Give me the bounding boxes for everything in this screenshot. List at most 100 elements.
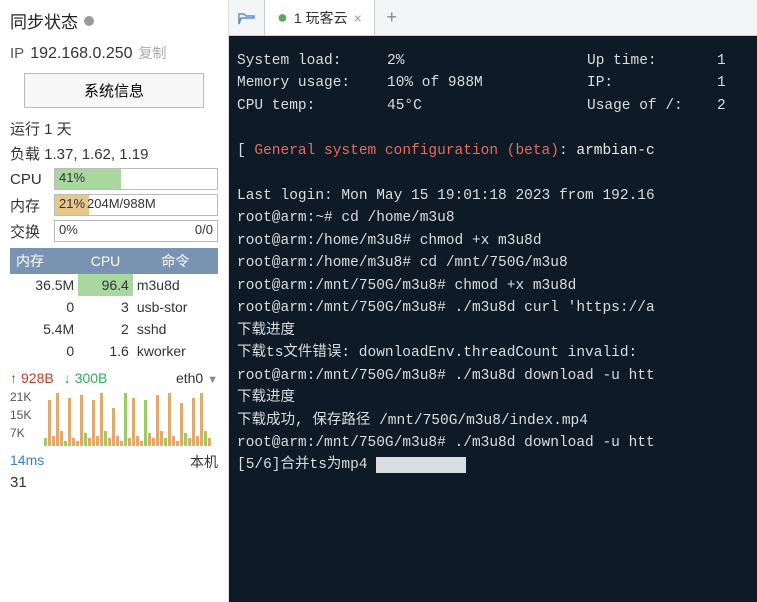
spark-bar (72, 438, 75, 446)
terminal[interactable]: System load:2%Up time:1Memory usage:10% … (229, 36, 757, 602)
close-tab-button[interactable]: × (354, 10, 362, 26)
th-mem[interactable]: 内存 (10, 248, 78, 274)
spark-bar (184, 433, 187, 446)
spark-bar (160, 431, 163, 446)
copy-button[interactable]: 复制 (139, 43, 167, 63)
spark-bar (140, 441, 143, 446)
table-row[interactable]: 03usb-stor (10, 296, 218, 318)
spark-bar (152, 438, 155, 446)
system-info-button[interactable]: 系统信息 (24, 73, 204, 108)
mem-label: 内存 (10, 195, 54, 216)
spark-bar (96, 436, 99, 446)
spark-bar (88, 438, 91, 446)
spark-bar (176, 441, 179, 446)
swap-percent: 0% (59, 222, 78, 237)
download-value: 300B (75, 370, 108, 386)
spark-bar (196, 436, 199, 446)
spark-bar (180, 403, 183, 446)
cell-cpu: 2 (78, 318, 133, 340)
download-arrow-icon: ↓ (64, 370, 71, 386)
cpu-meter: CPU 41% (10, 168, 218, 190)
cell-cpu: 1.6 (78, 340, 133, 362)
spark-bar (172, 436, 175, 446)
spark-bar (132, 398, 135, 446)
open-folder-button[interactable] (229, 0, 265, 35)
chevron-down-icon: ▼ (207, 374, 218, 386)
ping-host: 本机 (190, 452, 218, 472)
spark-bar (104, 431, 107, 446)
spark-label-bot: 7K (10, 426, 25, 440)
process-table: 内存 CPU 命令 36.5M96.4m3u8d03usb-stor5.4M2s… (10, 248, 218, 362)
cell-mem: 0 (10, 340, 78, 362)
new-tab-button[interactable]: + (375, 0, 409, 35)
ip-value: 192.168.0.250 (30, 45, 132, 63)
swap-text: 0/0 (195, 222, 213, 237)
spark-bar (48, 400, 51, 446)
spark-bar (204, 431, 207, 446)
table-row[interactable]: 5.4M2sshd (10, 318, 218, 340)
uptime-line: 运行 1 天 (10, 118, 218, 139)
tab-bar: ● 1 玩客云 × + (229, 0, 757, 36)
cell-cmd: usb-stor (133, 296, 218, 318)
cell-mem: 36.5M (10, 274, 78, 296)
swap-label: 交换 (10, 221, 54, 242)
load-line: 负载 1.37, 1.62, 1.19 (10, 143, 218, 164)
spark-bar (188, 438, 191, 446)
sync-status-label: 同步状态 (10, 8, 78, 33)
mem-percent: 21% (59, 196, 85, 211)
cpu-bar: 41% (54, 168, 218, 190)
upload-arrow-icon: ↑ (10, 370, 17, 386)
cell-cpu: 3 (78, 296, 133, 318)
spark-bar (52, 436, 55, 446)
spark-bar (164, 438, 167, 446)
cell-cmd: kworker (133, 340, 218, 362)
cell-cmd: m3u8d (133, 274, 218, 296)
sidebar: 同步状态 IP 192.168.0.250 复制 系统信息 运行 1 天 负载 … (0, 0, 229, 602)
spark-label-top: 21K (10, 390, 31, 404)
spark-bar (136, 436, 139, 446)
spark-bar (148, 433, 151, 446)
spark-bar (60, 431, 63, 446)
swap-bar: 0% 0/0 (54, 220, 218, 242)
connection-dot-icon: ● (277, 7, 288, 28)
cpu-percent: 41% (59, 170, 85, 185)
upload-value: 928B (21, 370, 54, 386)
table-row[interactable]: 36.5M96.4m3u8d (10, 274, 218, 296)
network-rate-row: ↑928B ↓300B eth0 ▼ (10, 370, 218, 386)
spark-bar (156, 395, 159, 446)
terminal-cursor (376, 457, 466, 473)
cell-mem: 5.4M (10, 318, 78, 340)
spark-bar (64, 441, 67, 446)
spark-bar (128, 438, 131, 446)
spark-bar (56, 393, 59, 446)
spark-bar (192, 398, 195, 446)
folder-open-icon (238, 11, 256, 25)
interface-selector[interactable]: eth0 ▼ (176, 370, 218, 386)
spark-bar (108, 438, 111, 446)
spark-bar (76, 441, 79, 446)
spark-bar (92, 400, 95, 446)
ping-value: 31 (10, 474, 218, 491)
mem-text: 204M/988M (87, 196, 156, 211)
spark-bar (120, 441, 123, 446)
spark-bar (84, 433, 87, 446)
cell-cpu: 96.4 (78, 274, 133, 296)
mem-bar: 21% 204M/988M (54, 194, 218, 216)
spark-bar (44, 438, 47, 446)
mem-meter: 内存 21% 204M/988M (10, 194, 218, 216)
th-cmd[interactable]: 命令 (133, 248, 218, 274)
swap-meter: 交换 0% 0/0 (10, 220, 218, 242)
spark-bar (80, 395, 83, 446)
tab-title: 1 玩客云 (294, 8, 348, 28)
table-row[interactable]: 01.6kworker (10, 340, 218, 362)
sync-status: 同步状态 (10, 8, 218, 33)
spark-label-mid: 15K (10, 408, 31, 422)
spark-bar (116, 436, 119, 446)
tab-active[interactable]: ● 1 玩客云 × (265, 0, 375, 35)
spark-bar (100, 393, 103, 446)
spark-bar (124, 393, 127, 446)
ping-row: 14ms 本机 (10, 452, 218, 472)
ping-ms: 14ms (10, 452, 44, 472)
spark-bar (112, 408, 115, 446)
th-cpu[interactable]: CPU (78, 248, 133, 274)
